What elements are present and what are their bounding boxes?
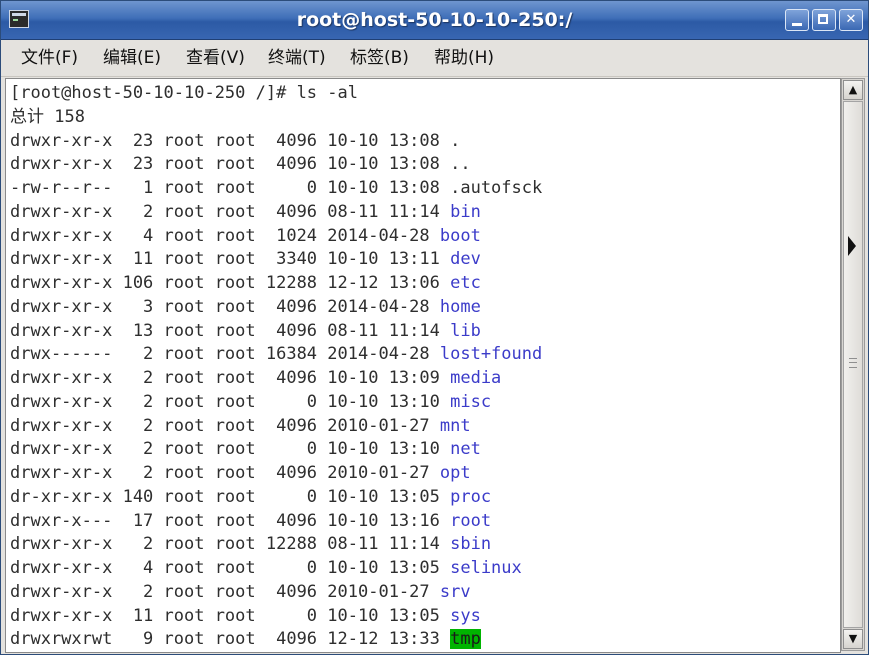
listing-meta: drwxr-xr-x 2 root root 4096 10-10 13:09 xyxy=(10,368,451,388)
listing-filename: media xyxy=(450,368,502,388)
listing-filename: selinux xyxy=(450,558,522,578)
listing-meta: drwxrwxrwt 9 root root 4096 12-12 13:33 xyxy=(10,629,451,650)
listing-row: drwxr-xr-x 106 root root 12288 12-12 13:… xyxy=(10,272,542,296)
listing-filename: opt xyxy=(439,463,471,483)
close-button[interactable]: ✕ xyxy=(839,9,863,31)
listing-meta: drwxr-xr-x 23 root root 4096 10-10 13:08 xyxy=(10,154,451,175)
menu-terminal[interactable]: 终端(T) xyxy=(268,47,326,69)
menu-edit[interactable]: 编辑(E) xyxy=(103,47,161,69)
listing-filename: misc xyxy=(450,391,492,412)
listing-filename: home xyxy=(439,296,481,317)
terminal-lines: [root@host-50-10-10-250 /]# ls -al 总计 15… xyxy=(10,82,542,652)
listing-filename: .autofsck xyxy=(450,178,543,198)
listing-meta: drwxr-xr-x 106 root root 12288 12-12 13:… xyxy=(10,273,451,293)
listing-row: drwxr-xr-x 2 root root 0 10-10 13:10 mis… xyxy=(10,391,542,415)
listing-row: drwxr-xr-x 2 root root 4096 08-11 11:14 … xyxy=(10,201,542,225)
listing-meta: drwx------ 2 root root 16384 2014-04-28 xyxy=(10,344,440,365)
listing-row: drwxr-xr-x 2 root root 0 10-10 13:10 net xyxy=(10,438,542,462)
listing-row: drwxr-xr-x 11 root root 3340 10-10 13:11… xyxy=(10,248,542,272)
listing-meta: drwxr-xr-x 2 root root 4096 08-11 11:14 xyxy=(10,201,451,222)
listing-row: drwx------ 2 root root 16384 2014-04-28 … xyxy=(10,343,542,367)
scroll-up-button[interactable]: ▲ xyxy=(843,80,863,100)
listing-meta: drwxr-xr-x 2 root root 12288 08-11 11:14 xyxy=(10,534,451,555)
menu-tabs[interactable]: 标签(B) xyxy=(350,47,409,69)
listing-filename: sbin xyxy=(450,534,492,555)
listing-filename: boot xyxy=(439,225,481,246)
listing-meta: drwxr-xr-x 3 root root 4096 2014-04-28 xyxy=(10,296,440,317)
listing-row: drwxr-xr-x 2 root root 4096 2010-01-27 s… xyxy=(10,581,542,605)
menu-view[interactable]: 查看(V) xyxy=(186,47,245,69)
listing-row: drwxr-xr-x 2 root root 4096 2010-01-27 m… xyxy=(10,415,542,439)
title-bar[interactable]: root@host-50-10-10-250:/ ✕ xyxy=(1,1,868,40)
menu-bar: 文件(F) 编辑(E) 查看(V) 终端(T) 标签(B) 帮助(H) xyxy=(1,40,868,77)
listing-row: drwxrwxrwt 9 root root 4096 12-12 13:33 … xyxy=(10,628,542,652)
listing-filename: . xyxy=(450,130,461,151)
mouse-pointer-icon xyxy=(848,236,856,256)
listing-meta: dr-xr-xr-x 140 root root 0 10-10 13:05 xyxy=(10,486,451,507)
arrow-up-icon: ▲ xyxy=(848,83,858,96)
listing-filename: dev xyxy=(450,249,481,270)
listing-filename: lost+found xyxy=(439,344,543,365)
listing-filename: lib xyxy=(450,320,481,341)
listing-meta: -rw-r--r-- 1 root root 0 10-10 13:08 xyxy=(10,178,451,198)
listing-row: drwxr-xr-x 13 root root 4096 08-11 11:14… xyxy=(10,320,542,344)
listing-row: drwxr-x--- 17 root root 4096 10-10 13:16… xyxy=(10,510,542,534)
listing-row: drwxr-xr-x 23 root root 4096 10-10 13:08… xyxy=(10,130,542,154)
listing-row: drwxr-xr-x 2 root root 4096 2010-01-27 o… xyxy=(10,462,542,486)
menu-file[interactable]: 文件(F) xyxy=(21,47,78,69)
listing-meta: drwxr-xr-x 2 root root 4096 2010-01-27 xyxy=(10,415,440,436)
listing-filename: .. xyxy=(450,154,471,175)
listing-meta: drwxr-xr-x 2 root root 0 10-10 13:10 xyxy=(10,439,451,460)
listing-meta: drwxr-xr-x 11 root root 0 10-10 13:05 xyxy=(10,605,451,626)
listing-meta: drwxr-x--- 17 root root 4096 10-10 13:16 xyxy=(10,510,451,531)
window-title: root@host-50-10-10-250:/ xyxy=(296,9,573,31)
listing-meta: drwxr-xr-x 11 root root 3340 10-10 13:11 xyxy=(10,249,451,270)
menu-help[interactable]: 帮助(H) xyxy=(434,47,494,69)
listing-row: drwxr-xr-x 3 root root 4096 2014-04-28 h… xyxy=(10,296,542,320)
listing-meta: drwxr-xr-x 13 root root 4096 08-11 11:14 xyxy=(10,320,451,341)
listing-row: -rw-r--r-- 1 root root 0 10-10 13:08 .au… xyxy=(10,177,542,201)
listing-filename: sys xyxy=(450,605,481,626)
listing-filename: etc xyxy=(450,273,481,293)
listing-row: drwxr-xr-x 4 root root 1024 2014-04-28 b… xyxy=(10,225,542,249)
minimize-button[interactable] xyxy=(785,9,809,31)
maximize-button[interactable] xyxy=(812,9,836,31)
listing-meta: drwxr-xr-x 4 root root 0 10-10 13:05 xyxy=(10,558,451,578)
listing-meta: drwxr-xr-x 2 root root 4096 2010-01-27 xyxy=(10,463,440,483)
listing-meta: drwxr-xr-x 2 root root 0 10-10 13:10 xyxy=(10,391,451,412)
listing-row: drwxr-xr-x 2 root root 4096 10-10 13:09 … xyxy=(10,367,542,391)
terminal-window: root@host-50-10-10-250:/ ✕ 文件(F) 编辑(E) 查… xyxy=(0,0,869,655)
grip-icon xyxy=(849,358,857,368)
listing-filename: tmp xyxy=(450,629,481,650)
listing-row: drwxr-xr-x 11 root root 0 10-10 13:05 sy… xyxy=(10,605,542,629)
listing-filename: net xyxy=(450,439,481,460)
listing-row: drwxr-xr-x 4 root root 0 10-10 13:05 sel… xyxy=(10,557,542,581)
listing-filename: root xyxy=(450,510,492,531)
listing-row: dr-xr-xr-x 140 root root 0 10-10 13:05 p… xyxy=(10,486,542,510)
listing-meta: drwxr-xr-x 4 root root 1024 2014-04-28 xyxy=(10,225,440,246)
vertical-scrollbar[interactable]: ▲ ▼ xyxy=(841,78,865,651)
listing-filename: proc xyxy=(450,486,492,507)
listing-meta: drwxr-xr-x 23 root root 4096 10-10 13:08 xyxy=(10,130,451,151)
listing-filename: mnt xyxy=(439,415,471,436)
maximize-icon xyxy=(818,14,828,24)
command-prompt: [root@host-50-10-10-250 /]# ls -al xyxy=(10,83,358,103)
total-line: 总计 158 xyxy=(10,106,85,127)
scrollbar-thumb[interactable] xyxy=(843,101,863,628)
listing-row: drwxr-xr-x 23 root root 4096 10-10 13:08… xyxy=(10,153,542,177)
arrow-down-icon: ▼ xyxy=(848,632,858,645)
close-icon: ✕ xyxy=(845,12,857,27)
listing-row: drwxr-xr-x 2 root root 12288 08-11 11:14… xyxy=(10,533,542,557)
listing-filename: srv xyxy=(439,581,471,602)
listing-filename: bin xyxy=(450,201,481,222)
terminal-output[interactable]: [root@host-50-10-10-250 /]# ls -al 总计 15… xyxy=(5,78,841,653)
minimize-icon xyxy=(792,23,802,26)
scroll-down-button[interactable]: ▼ xyxy=(843,629,863,649)
listing-meta: drwxr-xr-x 2 root root 4096 2010-01-27 xyxy=(10,581,440,602)
